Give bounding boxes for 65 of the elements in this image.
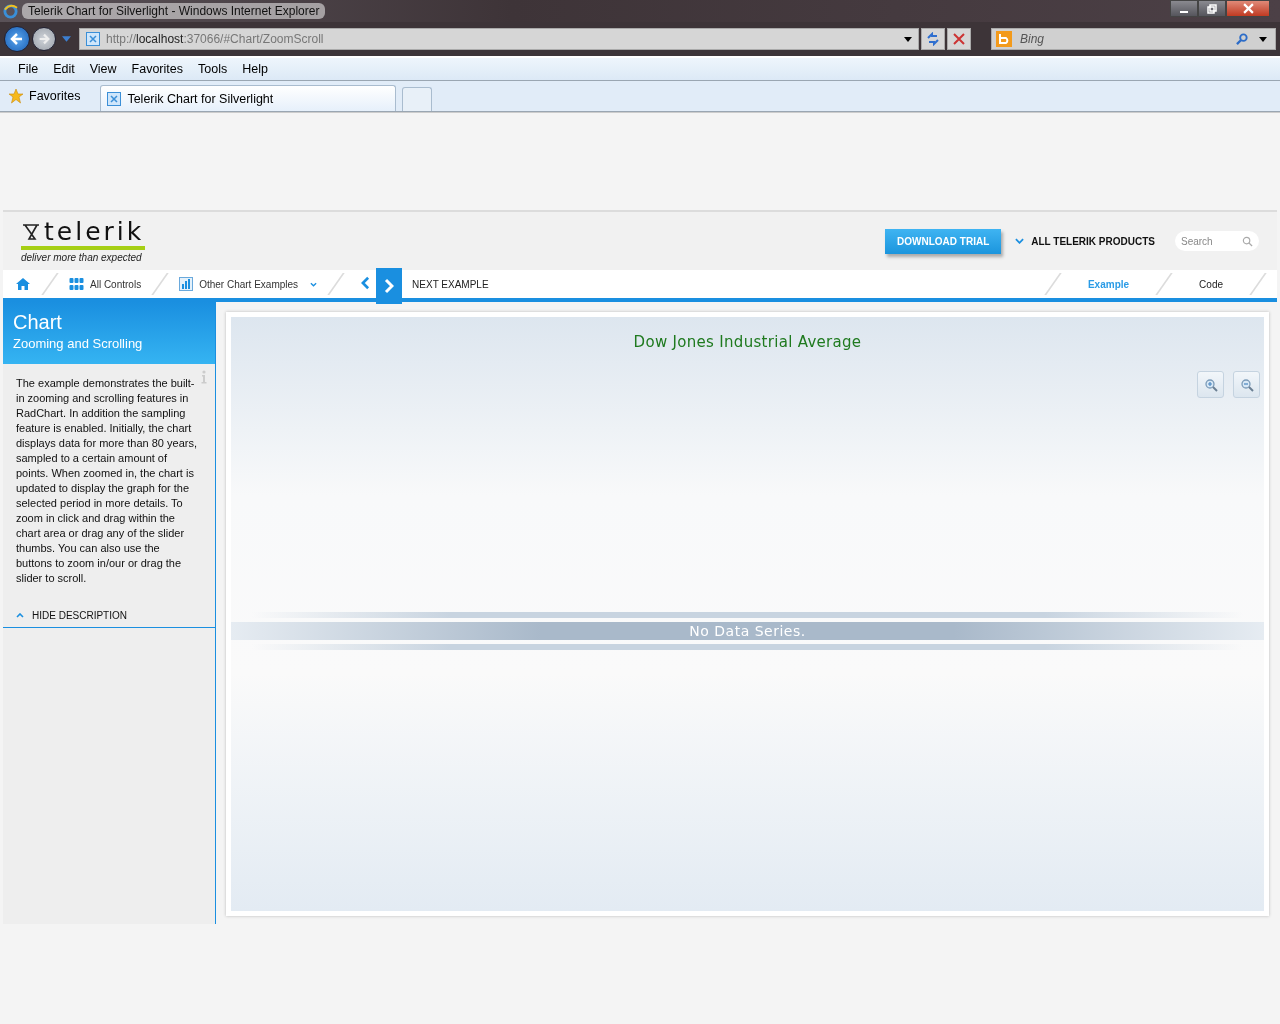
close-button[interactable] xyxy=(1226,0,1270,17)
page-icon xyxy=(86,32,100,46)
chevron-up-icon xyxy=(16,613,24,618)
dropdown-icon[interactable] xyxy=(904,36,912,42)
tab-label: Telerik Chart for Silverlight xyxy=(127,91,274,106)
restore-icon xyxy=(1207,3,1217,14)
search-icon[interactable] xyxy=(1242,235,1253,247)
address-field[interactable]: http://localhost:37066/#Chart/ZoomScroll xyxy=(79,28,919,50)
menu-item[interactable]: File xyxy=(18,62,39,76)
search-icon[interactable] xyxy=(1236,32,1249,46)
products-link[interactable]: ALL TELERIK PRODUCTS xyxy=(1015,235,1155,247)
refresh-icon xyxy=(926,32,940,46)
no-data-message: No Data Series. xyxy=(231,622,1264,640)
logo: telerik xyxy=(21,219,145,244)
chevron-right-icon xyxy=(384,278,395,294)
hide-description-link[interactable]: HIDE DESCRIPTION xyxy=(16,610,197,621)
menu-item[interactable]: View xyxy=(89,62,117,76)
caret-icon xyxy=(310,281,318,287)
restore-button[interactable] xyxy=(1198,0,1226,17)
menu-item[interactable]: Favorites xyxy=(131,62,183,76)
all-controls-link[interactable]: All Controls xyxy=(69,278,142,290)
window-title: Telerik Chart for Silverlight - Windows Internet Explorer xyxy=(22,3,326,19)
dropdown-icon[interactable] xyxy=(1259,36,1267,42)
refresh-button[interactable] xyxy=(921,28,945,50)
stop-button[interactable] xyxy=(947,28,971,50)
next-example-link[interactable]: NEXT EXAMPLE xyxy=(412,278,489,290)
stop-icon xyxy=(953,33,965,45)
page-icon xyxy=(107,91,122,106)
search-engine-icon xyxy=(996,31,1012,47)
chevron-left-icon xyxy=(361,275,371,290)
chevron-down-icon xyxy=(1015,238,1025,244)
menu-item[interactable]: Help xyxy=(242,62,268,76)
back-button[interactable] xyxy=(4,26,30,52)
site-search-field[interactable]: Search xyxy=(1181,235,1239,247)
browser-search-field[interactable]: Bing xyxy=(1018,31,1230,47)
browser-icon xyxy=(3,3,18,19)
zoom-out-icon xyxy=(1239,377,1254,392)
zoom-in-button[interactable] xyxy=(1197,371,1224,398)
close-icon xyxy=(1242,3,1254,14)
other-examples-dropdown[interactable]: Other Chart Examples xyxy=(179,277,318,291)
browser-tab[interactable]: Telerik Chart for Silverlight xyxy=(100,85,397,111)
menu-item[interactable]: Edit xyxy=(53,62,75,76)
next-button[interactable] xyxy=(376,268,403,304)
control-title: Chart xyxy=(13,312,63,332)
info-icon xyxy=(201,370,207,384)
minimize-icon xyxy=(1180,10,1188,13)
site-search-box[interactable]: Search xyxy=(1175,231,1259,251)
forward-arrow-icon xyxy=(37,32,51,46)
grid-icon xyxy=(69,278,84,290)
favorites-button[interactable]: Favorites xyxy=(4,88,85,104)
minimize-button[interactable] xyxy=(1170,0,1198,17)
description: The example demonstrates the built-in zooming and scrolling features in RadChart. In addition the sampling feature is enabled. Initially, the chart displays data for more than 80 years, sampled to a certain amount of points. When zoomed in, the chart is updated to display the graph for the selected period in more details. To zoom in click and drag within the chart area or drag any of the slider thumbs. You can also use the buttons to zoom in/our or drag the slider to scroll. xyxy=(16,376,197,586)
example-title: Zooming and Scrolling xyxy=(13,336,144,351)
chart-title: Dow Jones Industrial Average xyxy=(633,333,862,351)
zoom-in-icon xyxy=(1203,377,1218,392)
back-arrow-icon xyxy=(9,31,25,47)
browser-search-box[interactable]: Bing xyxy=(991,28,1276,50)
menu-item[interactable]: Tools xyxy=(198,62,228,76)
forward-button[interactable] xyxy=(32,27,56,51)
bar-chart-icon xyxy=(179,277,194,291)
tagline: deliver more than expected xyxy=(21,252,142,263)
view-tab[interactable]: Code xyxy=(1183,278,1239,290)
home-icon[interactable] xyxy=(15,277,31,291)
star-icon xyxy=(8,88,24,104)
zoom-out-button[interactable] xyxy=(1233,371,1260,398)
